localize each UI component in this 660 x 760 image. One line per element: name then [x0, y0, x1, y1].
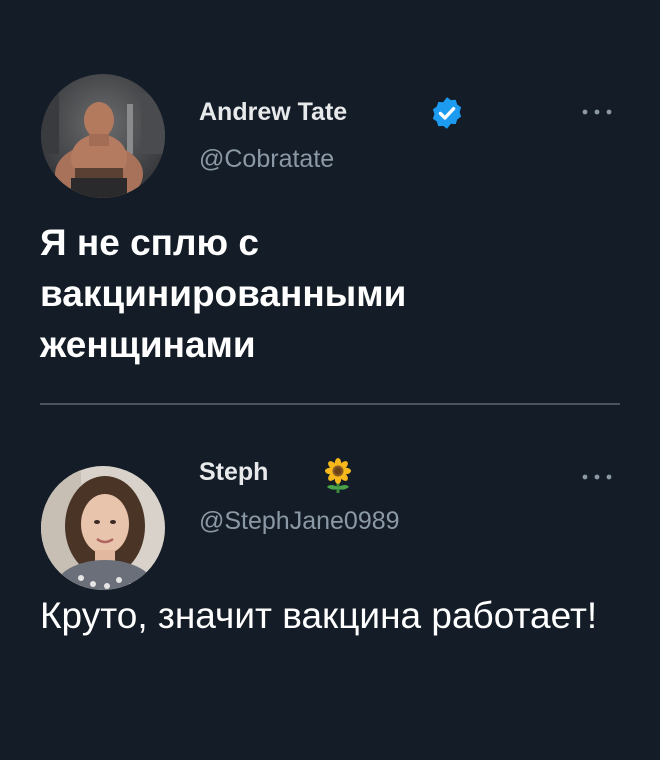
tweet-text: Круто, значит вакцина работает!	[40, 595, 598, 636]
author-handle[interactable]: @StephJane0989	[199, 507, 400, 536]
more-options-icon[interactable]	[579, 106, 615, 118]
author-name[interactable]: Steph	[199, 458, 268, 487]
divider	[40, 403, 620, 405]
author-name[interactable]: Andrew Tate	[199, 98, 347, 127]
more-options-icon[interactable]	[579, 471, 615, 483]
author-avatar[interactable]	[41, 74, 165, 198]
author-handle[interactable]: @Cobratate	[199, 145, 334, 174]
reply-tweet[interactable]: Steph @StephJane0989 Круто, значит вакци…	[0, 408, 660, 760]
original-tweet[interactable]: Andrew Tate @Cobratate Я не сплю с вакци…	[0, 0, 660, 400]
avatar-man-gym-photo	[41, 74, 165, 198]
avatar-woman-photo	[41, 466, 165, 590]
verified-badge-icon	[432, 97, 462, 129]
screenshot: Andrew Tate @Cobratate Я не сплю с вакци…	[0, 0, 660, 760]
author-avatar[interactable]	[41, 466, 165, 590]
sunflower-icon	[325, 458, 351, 493]
tweet-text: Я не сплю с вакцинированными женщинами	[40, 222, 407, 365]
